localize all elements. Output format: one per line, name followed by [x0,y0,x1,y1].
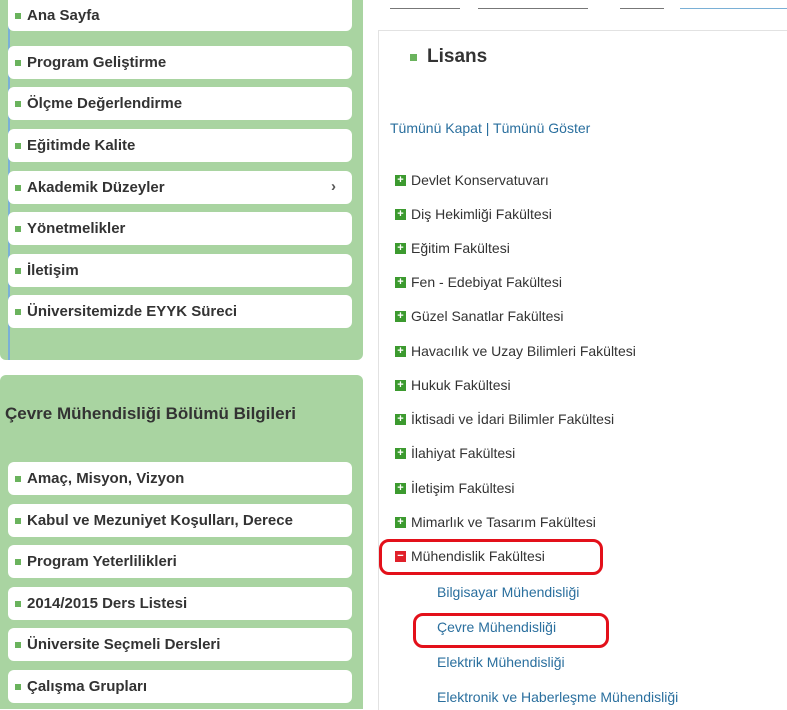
bullet-icon [15,517,21,524]
sidebar-item-eyyk-sureci[interactable]: Üniversitemizde EYYK Süreci [8,295,352,328]
tree-item-label: Fen - Edebiyat Fakültesi [411,274,562,290]
tree-item-devlet-konservatuvari[interactable]: + Devlet Konservatuvarı [395,172,549,188]
sidebar-item-calisma-gruplari[interactable]: Çalışma Grupları [8,670,352,703]
sidebar-item-label: Ölçme Değerlendirme [27,95,183,112]
expand-plus-icon[interactable]: + [395,379,406,391]
expand-all-link[interactable]: Tümünü Göster [493,120,590,136]
sidebar-item-label: 2014/2015 Ders Listesi [27,595,188,612]
sidebar-item-egitimde-kalite[interactable]: Eğitimde Kalite [8,129,352,162]
sub-item-elektrik-muhendisligi[interactable]: Elektrik Mühendisliği [437,654,565,670]
sidebar-item-label: Çalışma Grupları [27,678,148,695]
sidebar-item-label: Yönetmelikler [27,220,126,237]
tree-item-iletisim[interactable]: + İletişim Fakültesi [395,480,514,496]
expand-plus-icon[interactable]: + [395,482,406,494]
sidebar-item-label: Ana Sayfa [27,7,100,24]
bullet-icon [15,558,21,565]
tree-item-havacilik[interactable]: + Havacılık ve Uzay Bilimleri Fakültesi [395,343,636,359]
collapse-all-link[interactable]: Tümünü Kapat [390,120,482,136]
tree-item-label: Hukuk Fakültesi [411,377,511,393]
tab-underline [478,8,588,9]
sidebar-item-yonetmelikler[interactable]: Yönetmelikler [8,212,352,245]
tree-item-label: Eğitim Fakültesi [411,240,510,256]
chevron-right-icon: › [331,178,336,195]
bullet-icon [15,600,21,607]
page-title-text: Lisans [427,46,488,67]
tab-underline [620,8,664,9]
sidebar-item-program-gelistirme[interactable]: Program Geliştirme [8,46,352,79]
sidebar-item-secmeli-dersler[interactable]: Üniversite Seçmeli Dersleri [8,628,352,661]
sub-item-elektronik-haberlesme[interactable]: Elektronik ve Haberleşme Mühendisliği [437,689,678,705]
expand-plus-icon[interactable]: + [395,516,406,528]
tree-item-label: Diş Hekimliği Fakültesi [411,206,552,222]
tree-item-label: Havacılık ve Uzay Bilimleri Fakültesi [411,343,636,359]
bullet-icon [15,142,21,149]
tab-underline [390,8,460,9]
bullet-icon [15,100,21,107]
expand-plus-icon[interactable]: + [395,276,406,288]
expand-plus-icon[interactable]: + [395,345,406,357]
link-separator: | [485,120,490,136]
sidebar-item-label: Program Geliştirme [27,54,167,71]
sidebar-item-label: Üniversite Seçmeli Dersleri [27,636,221,653]
tree-item-label: İlahiyat Fakültesi [411,445,516,461]
bullet-icon [410,53,417,61]
page-title: Lisans [410,46,487,68]
expand-plus-icon[interactable]: + [395,310,406,322]
bullet-icon [15,308,21,315]
tree-item-label: Mimarlık ve Tasarım Fakültesi [411,514,596,530]
tree-item-ilahiyat[interactable]: + İlahiyat Fakültesi [395,445,515,461]
sidebar-item-ana-sayfa[interactable]: Ana Sayfa [8,0,352,31]
bullet-icon [15,641,21,648]
tree-item-label: İletişim Fakültesi [411,480,515,496]
bullet-icon [15,683,21,690]
sidebar-item-kabul-mezuniyet[interactable]: Kabul ve Mezuniyet Koşulları, Derece [8,504,352,537]
sidebar-item-program-yeterlilikleri[interactable]: Program Yeterlilikleri [8,545,352,578]
sidebar-item-amac-misyon-vizyon[interactable]: Amaç, Misyon, Vizyon [8,462,352,495]
left-sidebar: Ana Sayfa Program Geliştirme Ölçme Değer… [0,0,363,709]
tree-item-label: Devlet Konservatuvarı [411,172,549,188]
bullet-icon [15,184,21,191]
bullet-icon [15,12,21,19]
top-tab-strip [380,0,787,14]
sidebar-item-label: Amaç, Misyon, Vizyon [27,470,185,487]
sidebar-item-olcme-degerlendirme[interactable]: Ölçme Değerlendirme [8,87,352,120]
tab-underline [680,8,787,9]
sidebar-item-label: Program Yeterlilikleri [27,553,177,570]
highlight-muhendislik [379,539,603,575]
tree-item-label: Güzel Sanatlar Fakültesi [411,308,564,324]
tree-item-guzel-sanatlar[interactable]: + Güzel Sanatlar Fakültesi [395,308,564,324]
sidebar-item-label: Kabul ve Mezuniyet Koşulları, Derece [27,512,293,529]
expand-plus-icon[interactable]: + [395,447,406,459]
sidebar-item-label: Eğitimde Kalite [27,137,136,154]
sidebar-item-ders-listesi[interactable]: 2014/2015 Ders Listesi [8,587,352,620]
expand-plus-icon[interactable]: + [395,174,406,186]
sidebar-item-iletisim[interactable]: İletişim [8,254,352,287]
bullet-icon [15,59,21,66]
expand-plus-icon[interactable]: + [395,413,406,425]
sidebar-item-akademik-duzeyler[interactable]: Akademik Düzeyler › [8,171,352,204]
sidebar-item-label: Akademik Düzeyler [27,179,165,196]
sub-item-bilgisayar-muhendisligi[interactable]: Bilgisayar Mühendisliği [437,584,579,600]
tree-item-hukuk[interactable]: + Hukuk Fakültesi [395,377,511,393]
bullet-icon [15,225,21,232]
bullet-icon [15,475,21,482]
bullet-icon [15,267,21,274]
tree-item-iktisadi-idari[interactable]: + İktisadi ve İdari Bilimler Fakültesi [395,411,614,427]
tree-item-egitim[interactable]: + Eğitim Fakültesi [395,240,510,256]
tree-item-dis-hekimligi[interactable]: + Diş Hekimliği Fakültesi [395,206,552,222]
sidebar-item-label: İletişim [27,262,79,279]
tree-toggle-links: Tümünü Kapat | Tümünü Göster [390,120,590,136]
expand-plus-icon[interactable]: + [395,242,406,254]
department-section-title: Çevre Mühendisliği Bölümü Bilgileri [5,404,296,423]
highlight-cevre [413,613,609,648]
expand-plus-icon[interactable]: + [395,208,406,220]
tree-item-mimarlik-tasarim[interactable]: + Mimarlık ve Tasarım Fakültesi [395,514,596,530]
tree-item-fen-edebiyat[interactable]: + Fen - Edebiyat Fakültesi [395,274,562,290]
tree-item-label: İktisadi ve İdari Bilimler Fakültesi [411,411,615,427]
sidebar-item-label: Üniversitemizde EYYK Süreci [27,303,238,320]
